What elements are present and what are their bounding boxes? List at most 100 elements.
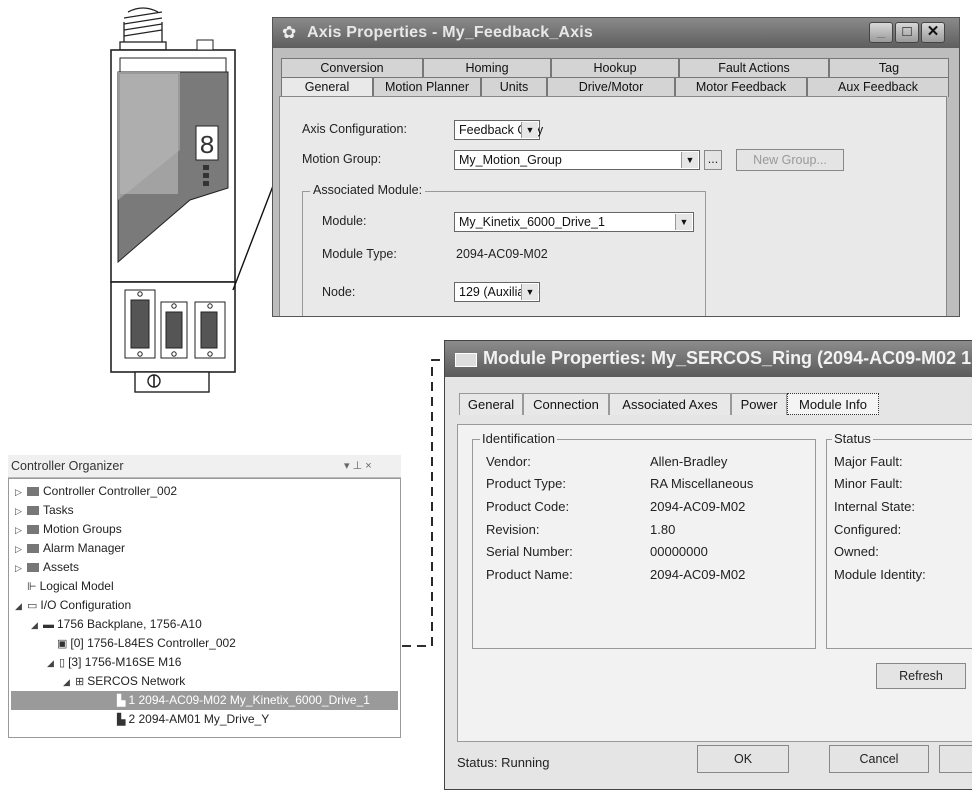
chevron-down-icon: ▼ (521, 284, 538, 300)
chevron-down-icon: ▼ (521, 122, 538, 138)
tab-general[interactable]: General (459, 393, 523, 415)
module-window-icon (455, 353, 477, 367)
tab-conversion[interactable]: Conversion (281, 58, 423, 78)
tab-motor-feedback[interactable]: Motor Feedback (675, 77, 807, 97)
serial-number-label: Serial Number: (486, 544, 573, 559)
axis-tabs-back-row: Conversion Homing Hookup Fault Actions T… (281, 58, 949, 78)
drive-icon: ▙ (117, 695, 126, 707)
connector-left (124, 289, 156, 359)
motion-group-select[interactable]: My_Motion_Group ▼ (454, 150, 700, 170)
motion-group-label: Motion Group: (302, 152, 382, 166)
internal-state-label: Internal State: (834, 499, 915, 514)
tab-connection[interactable]: Connection (523, 393, 609, 415)
callout-line-dashed (402, 359, 446, 647)
axis-configuration-label: Axis Configuration: (302, 122, 407, 136)
tree-item-alarm-manager[interactable]: ▷ Alarm Manager (15, 539, 125, 558)
node-label: Node: (322, 285, 356, 299)
tab-hookup[interactable]: Hookup (551, 58, 679, 78)
tab-drive-motor[interactable]: Drive/Motor (547, 77, 675, 97)
motion-module-icon: ▯ (59, 657, 66, 669)
module-info-page: Identification Vendor: Allen-Bradley Pro… (457, 424, 972, 742)
axis-configuration-select[interactable]: Feedback Only ▼ (454, 120, 543, 140)
tree-item-controller[interactable]: ▷ Controller Controller_002 (15, 482, 177, 501)
module-window-title: Module Properties: My_SERCOS_Ring (2094-… (483, 348, 972, 368)
tab-tag[interactable]: Tag (829, 58, 949, 78)
product-name-value: 2094-AC09-M02 (650, 567, 746, 582)
tab-fault-actions[interactable]: Fault Actions (679, 58, 829, 78)
node-select[interactable]: 129 (Auxiliary) ▼ (454, 282, 540, 302)
product-name-label: Product Name: (486, 567, 573, 582)
module-select[interactable]: My_Kinetix_6000_Drive_1 ▼ (454, 212, 694, 232)
backplane-icon: ▬ (43, 619, 54, 631)
tree-item-logical-model[interactable]: ⊩ Logical Model (27, 577, 114, 596)
tree-item-tasks[interactable]: ▷ Tasks (15, 501, 74, 520)
product-code-value: 2094-AC09-M02 (650, 499, 746, 514)
tree-item-sercos-network[interactable]: ◢ ⊞ SERCOS Network (63, 672, 185, 691)
tree-item-io-configuration[interactable]: ◢ ▭ I/O Configuration (15, 596, 131, 615)
tab-motion-planner[interactable]: Motion Planner (373, 77, 481, 97)
axis-window-titlebar: ✿ Axis Properties - My_Feedback_Axis _ □… (273, 18, 959, 48)
tab-power[interactable]: Power (731, 393, 787, 415)
controller-module-icon: ▣ (57, 638, 68, 650)
module-identity-label: Module Identity: (834, 567, 926, 582)
tree-item-drive-1[interactable]: ▙ 1 2094-AC09-M02 My_Kinetix_6000_Drive_1 (11, 691, 398, 710)
minor-fault-label: Minor Fault: (834, 476, 903, 491)
tree-item-assets[interactable]: ▷ Assets (15, 558, 79, 577)
product-code-label: Product Code: (486, 499, 570, 514)
folder-icon (27, 487, 39, 496)
revision-label: Revision: (486, 522, 540, 537)
module-type-value: 2094-AC09-M02 (456, 247, 548, 261)
status-label: Status (832, 431, 873, 446)
minimize-button[interactable]: _ (869, 22, 893, 43)
vendor-value: Allen-Bradley (650, 454, 728, 469)
tab-aux-feedback[interactable]: Aux Feedback (807, 77, 949, 97)
status-bar-text: Status: Running (457, 755, 550, 770)
tree-item-controller-slot[interactable]: ▣ [0] 1756-L84ES Controller_002 (57, 634, 236, 653)
axis-gear-icon: ✿ (282, 23, 297, 42)
apply-button[interactable] (939, 745, 972, 773)
close-button[interactable]: ✕ (921, 22, 945, 43)
associated-module-label: Associated Module: (310, 183, 426, 197)
organizer-title: Controller Organizer (11, 459, 124, 473)
chevron-down-icon: ▼ (675, 214, 692, 230)
network-icon: ⊞ (75, 676, 85, 688)
tab-units[interactable]: Units (481, 77, 547, 97)
axis-general-page: Axis Configuration: Feedback Only ▼ Moti… (279, 96, 947, 316)
configured-label: Configured: (834, 522, 902, 537)
tab-associated-axes[interactable]: Associated Axes (609, 393, 731, 415)
tree-item-motion-groups[interactable]: ▷ Motion Groups (15, 520, 122, 539)
display-digit: 8 (199, 131, 215, 161)
new-group-button[interactable]: New Group... (736, 149, 844, 171)
folder-icon (27, 506, 39, 515)
folder-icon (27, 525, 39, 534)
tab-general[interactable]: General (281, 77, 373, 97)
organizer-tree: ▷ Controller Controller_002 ▷ Tasks ▷ Motio… (8, 478, 401, 738)
revision-value: 1.80 (650, 522, 676, 537)
tab-module-info[interactable]: Module Info (787, 393, 879, 415)
product-type-value: RA Miscellaneous (650, 476, 754, 491)
organizer-pin-close-icons[interactable]: ▾ ⊥ × (344, 459, 372, 472)
serial-number-value: 00000000 (650, 544, 708, 559)
connector-middle (160, 301, 188, 359)
axis-properties-window: ✿ Axis Properties - My_Feedback_Axis _ □… (272, 17, 960, 317)
module-window-titlebar: Module Properties: My_SERCOS_Ring (2094-… (445, 341, 972, 377)
io-folder-icon: ▭ (27, 600, 38, 612)
controller-organizer: Controller Organizer ▾ ⊥ × ▷ Controller C… (8, 455, 401, 740)
identification-label: Identification (480, 431, 557, 446)
tree-item-drive-2[interactable]: ▙ 2 2094-AM01 My_Drive_Y (117, 710, 269, 729)
connector-right (194, 301, 226, 359)
organizer-header: Controller Organizer ▾ ⊥ × (8, 455, 401, 478)
tree-item-backplane[interactable]: ◢ ▬ 1756 Backplane, 1756-A10 (31, 615, 202, 634)
module-tabs: General Connection Associated Axes Power… (459, 393, 879, 415)
maximize-button[interactable]: □ (895, 22, 919, 43)
folder-icon (27, 563, 39, 572)
folder-icon (27, 544, 39, 553)
tree-item-m16se[interactable]: ◢ ▯ [3] 1756-M16SE M16 (47, 653, 181, 672)
axis-tabs-front-row: General Motion Planner Units Drive/Motor… (281, 77, 949, 97)
cancel-button[interactable]: Cancel (829, 745, 929, 773)
browse-button[interactable]: ... (704, 150, 722, 170)
ok-button[interactable]: OK (697, 745, 789, 773)
chevron-down-icon: ▼ (681, 152, 698, 168)
tab-homing[interactable]: Homing (423, 58, 551, 78)
refresh-button[interactable]: Refresh (876, 663, 966, 689)
